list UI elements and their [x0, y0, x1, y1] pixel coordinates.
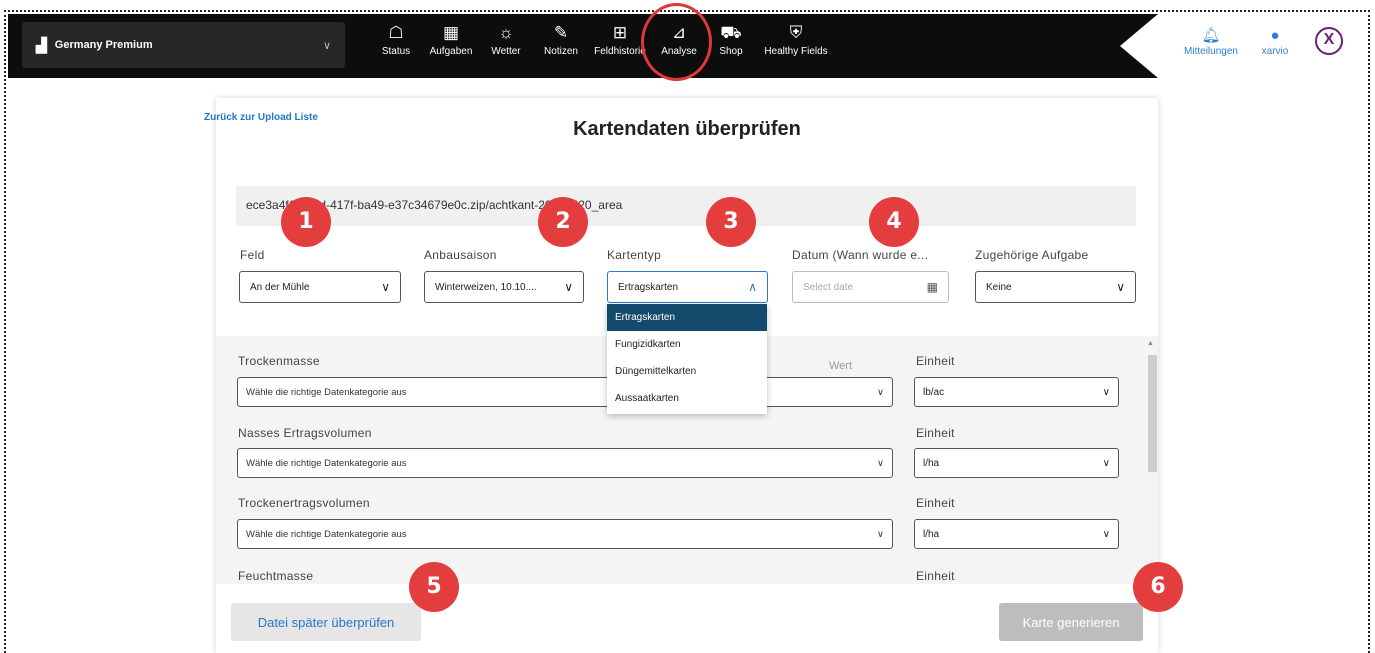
nav-shop[interactable]: ⛟ Shop	[716, 22, 746, 68]
calendar-icon: ▦	[442, 23, 460, 42]
weather-icon: ☼	[498, 23, 514, 42]
step-badge-3: 3	[706, 197, 756, 247]
nav-aufgaben[interactable]: ▦ Aufgaben	[424, 22, 478, 68]
step-badge-5: 5	[409, 562, 459, 612]
analyse-highlight-circle	[641, 3, 712, 81]
nav-label: Wetter	[491, 46, 521, 57]
category-placeholder: Wähle die richtige Datenkategorie aus	[246, 386, 407, 398]
dropdown-option[interactable]: Aussaatkarten	[607, 385, 767, 412]
einheit-label: Einheit	[916, 426, 955, 440]
nav-label: Feldhistorie	[594, 46, 646, 57]
calendar-icon: ▦	[926, 280, 938, 294]
wert-label: Wert	[829, 360, 853, 372]
chevron-down-icon: ∨	[1116, 280, 1125, 294]
anbausaison-label: Anbausaison	[424, 248, 497, 262]
category-select[interactable]: Wähle die richtige Datenkategorie aus ∨	[237, 519, 893, 549]
row-label-nasses-ertragsvolumen: Nasses Ertragsvolumen	[238, 426, 372, 440]
unit-value: l/ha	[923, 457, 940, 469]
nav-status[interactable]: ☖ Status	[378, 22, 414, 68]
step-badge-6: 6	[1133, 562, 1183, 612]
row-label-trockenertragsvolumen: Trockenertragsvolumen	[238, 496, 370, 510]
datum-label: Datum (Wann wurde e...	[792, 248, 929, 262]
page-title: Kartendaten überprüfen	[573, 118, 801, 140]
user-button[interactable]: ● xarvio	[1252, 26, 1298, 57]
chevron-up-icon: ∧	[748, 280, 757, 294]
aufgabe-label: Zugehörige Aufgabe	[975, 248, 1089, 262]
unit-value: lb/ac	[923, 386, 945, 398]
category-select[interactable]: Wähle die richtige Datenkategorie aus ∨	[237, 448, 893, 478]
row-label-trockenmasse: Trockenmasse	[238, 354, 320, 368]
shield-icon: ⛨	[789, 23, 803, 42]
anbausaison-select[interactable]: Winterweizen, 10.10.... ∨	[424, 271, 584, 303]
nav-label: Aufgaben	[429, 46, 473, 57]
nav-label: Shop	[719, 46, 743, 57]
chevron-down-icon: ∨	[1102, 457, 1110, 469]
feld-select[interactable]: An der Mühle ∨	[239, 271, 401, 303]
scroll-up-icon[interactable]: ▲	[1147, 340, 1154, 347]
farm-icon: ▟	[36, 36, 47, 53]
nav-notizen[interactable]: ✎ Notizen	[538, 22, 584, 68]
feld-label: Feld	[240, 248, 265, 262]
field-history-icon: ⊞	[612, 23, 628, 42]
chevron-down-icon: ∨	[322, 39, 331, 52]
category-placeholder: Wähle die richtige Datenkategorie aus	[246, 457, 407, 469]
chevron-down-icon: ∨	[1102, 386, 1110, 398]
kartentyp-select[interactable]: Ertragskarten ∧	[607, 271, 768, 303]
nav-label: Healthy Fields	[764, 46, 828, 57]
user-icon: ●	[1270, 27, 1280, 44]
scrollbar[interactable]	[1148, 355, 1157, 472]
aufgabe-select[interactable]: Keine ∨	[975, 271, 1136, 303]
note-icon: ✎	[553, 23, 569, 42]
bell-icon: 🔔︎	[1201, 27, 1221, 44]
feld-value: An der Mühle	[250, 281, 310, 293]
farm-selector[interactable]: ▟ Germany Premium ∨	[22, 22, 345, 68]
kartentyp-dropdown: Ertragskarten Fungizidkarten Düngemittel…	[607, 304, 767, 414]
dropdown-option[interactable]: Ertragskarten	[607, 304, 767, 331]
dropdown-option[interactable]: Fungizidkarten	[607, 331, 767, 358]
review-later-button[interactable]: Datei später überprüfen	[231, 603, 421, 641]
chevron-down-icon: ∨	[877, 528, 884, 540]
chevron-down-icon: ∨	[381, 280, 390, 294]
chevron-down-icon: ∨	[1102, 528, 1110, 540]
chevron-down-icon: ∨	[564, 280, 573, 294]
dropdown-option[interactable]: Düngemittelkarten	[607, 358, 767, 385]
notifications-label: Mitteilungen	[1184, 46, 1238, 57]
generate-map-button[interactable]: Karte generieren	[999, 603, 1143, 641]
einheit-label: Einheit	[916, 496, 955, 510]
nav-label: Status	[381, 46, 411, 57]
datum-input[interactable]: Select date ▦	[792, 271, 949, 303]
close-app-button[interactable]: X	[1315, 27, 1343, 55]
notifications-button[interactable]: 🔔︎ Mitteilungen	[1176, 26, 1246, 57]
user-label: xarvio	[1261, 46, 1289, 57]
chevron-down-icon: ∨	[877, 457, 884, 469]
einheit-label: Einheit	[916, 354, 955, 368]
step-badge-1: 1	[281, 197, 331, 247]
anbausaison-value: Winterweizen, 10.10....	[435, 281, 537, 293]
aufgabe-value: Keine	[986, 281, 1012, 293]
category-select[interactable]: Wähle die richtige Datenkategorie aus ∨	[237, 377, 893, 407]
kartentyp-value: Ertragskarten	[618, 281, 679, 293]
unit-select[interactable]: l/ha ∨	[914, 448, 1119, 478]
file-name-bar: ece3a4f1-94dd-417f-ba49-e37c34679e0c.zip…	[236, 186, 1136, 226]
step-badge-2: 2	[538, 197, 588, 247]
row-label-feuchtmasse: Feuchtmasse	[238, 569, 314, 583]
step-badge-4: 4	[869, 197, 919, 247]
status-icon: ☖	[388, 23, 404, 42]
chevron-down-icon: ∨	[877, 386, 884, 398]
nav-wetter[interactable]: ☼ Wetter	[486, 22, 526, 68]
nav-healthy-fields[interactable]: ⛨ Healthy Fields	[752, 22, 840, 68]
unit-value: l/ha	[923, 528, 940, 540]
einheit-label: Einheit	[916, 569, 955, 583]
unit-select[interactable]: l/ha ∨	[914, 519, 1119, 549]
cart-icon: ⛟	[720, 23, 742, 42]
kartentyp-label: Kartentyp	[607, 248, 662, 262]
category-placeholder: Wähle die richtige Datenkategorie aus	[246, 528, 407, 540]
farm-name: Germany Premium	[54, 39, 153, 51]
datum-placeholder: Select date	[803, 281, 854, 293]
unit-select[interactable]: lb/ac ∨	[914, 377, 1119, 407]
nav-label: Notizen	[544, 46, 578, 57]
